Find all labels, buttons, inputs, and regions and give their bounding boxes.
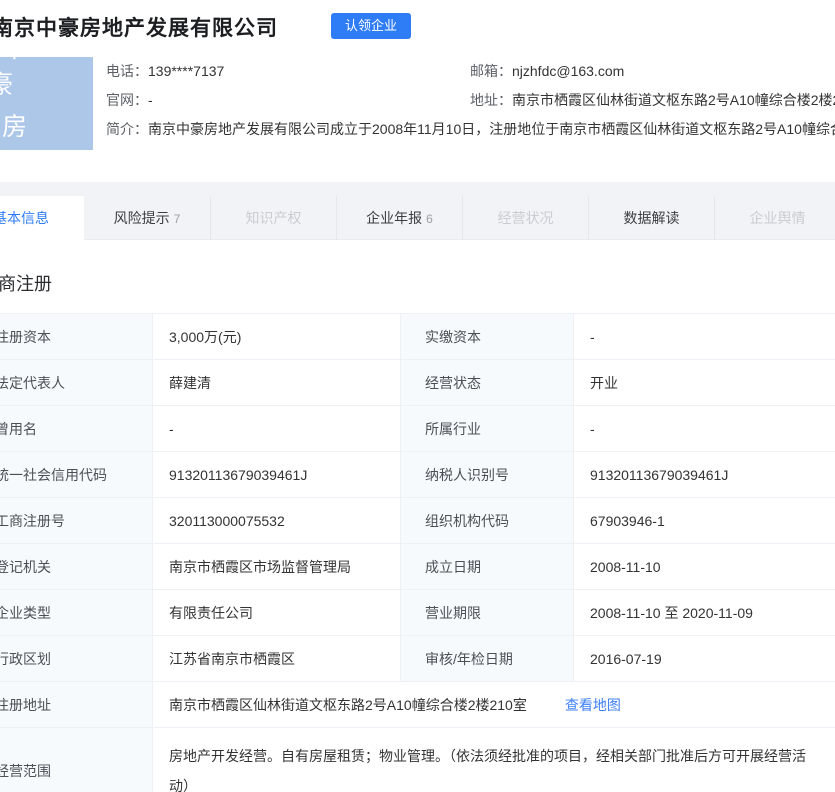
field-value: 91320113679039461J — [574, 452, 835, 498]
field-label: 注册资本 — [0, 314, 153, 360]
field-value: 江苏省南京市栖霞区 — [153, 636, 401, 682]
field-label: 统一社会信用代码 — [0, 452, 153, 498]
table-row-registered-address: 注册地址 南京市栖霞区仙林街道文枢东路2号A10幢综合楼2楼210室 查看地图 — [0, 682, 835, 728]
field-label: 营业期限 — [401, 590, 574, 636]
field-label: 实缴资本 — [401, 314, 574, 360]
tab-risk-alerts[interactable]: 风险提示7 — [84, 196, 210, 240]
table-row-business-scope: 经营范围 房地产开发经营。自有房屋租赁；物业管理。（依法须经批准的项目，经相关部… — [0, 728, 835, 792]
website-value: - — [148, 92, 153, 108]
field-value: 有限责任公司 — [153, 590, 401, 636]
table-row: 工商注册号 320113000075532 组织机构代码 67903946-1 — [0, 498, 835, 544]
basic-info-panel: 工商注册 注册资本 3,000万(元) 实缴资本 - 法定代表人 薛建清 经营状… — [0, 240, 835, 792]
tab-intellectual-property[interactable]: 知识产权 — [210, 196, 336, 240]
field-value: 91320113679039461J — [153, 452, 401, 498]
field-value: 3,000万(元) — [153, 314, 401, 360]
field-label: 曾用名 — [0, 406, 153, 452]
table-row: 注册资本 3,000万(元) 实缴资本 - — [0, 314, 835, 360]
registered-address-value: 南京市栖霞区仙林街道文枢东路2号A10幢综合楼2楼210室 — [169, 697, 527, 713]
field-value: 开业 — [574, 360, 835, 406]
field-value: 2016-07-19 — [574, 636, 835, 682]
intro-row: 简介：南京中豪房地产发展有限公司成立于2008年11月10日，注册地位于南京市栖… — [106, 115, 835, 144]
annual-report-count-badge: 6 — [426, 212, 433, 226]
field-value: 320113000075532 — [153, 498, 401, 544]
field-label: 纳税人识别号 — [401, 452, 574, 498]
registration-table: 注册资本 3,000万(元) 实缴资本 - 法定代表人 薛建清 经营状态 开业 … — [0, 313, 835, 792]
table-row: 登记机关 南京市栖霞区市场监督管理局 成立日期 2008-11-10 — [0, 544, 835, 590]
field-label: 所属行业 — [401, 406, 574, 452]
table-row: 曾用名 - 所属行业 - — [0, 406, 835, 452]
tabs: 基本信息 风险提示7 知识产权 企业年报6 经营状况 数据解读 企业舆情 — [0, 196, 835, 240]
field-label: 成立日期 — [401, 544, 574, 590]
email-row: 邮箱：njzhfdc@163.com — [470, 57, 835, 86]
registered-address-cell: 南京市栖霞区仙林街道文枢东路2号A10幢综合楼2楼210室 查看地图 — [153, 682, 835, 728]
field-label: 审核/年检日期 — [401, 636, 574, 682]
field-value: - — [574, 406, 835, 452]
contact-info-right: 邮箱：njzhfdc@163.com 地址：南京市栖霞区仙林街道文枢东路2号A1… — [470, 57, 835, 115]
field-label: 工商注册号 — [0, 498, 153, 544]
field-value: 67903946-1 — [574, 498, 835, 544]
company-header: 南京中豪房地产发展有限公司 认领企业 中 豪 房 产 电话：139****713… — [0, 0, 835, 182]
field-label: 经营状态 — [401, 360, 574, 406]
business-scope-value: 房地产开发经营。自有房屋租赁；物业管理。（依法须经批准的项目，经相关部门批准后方… — [169, 728, 813, 792]
address-value: 南京市栖霞区仙林街道文枢东路2号A10幢综合楼2楼210室 — [512, 92, 835, 108]
field-value: 南京市栖霞区市场监督管理局 — [153, 544, 401, 590]
table-row: 统一社会信用代码 91320113679039461J 纳税人识别号 91320… — [0, 452, 835, 498]
business-scope-cell: 房地产开发经营。自有房屋租赁；物业管理。（依法须经批准的项目，经相关部门批准后方… — [153, 728, 835, 792]
field-label: 组织机构代码 — [401, 498, 574, 544]
field-label: 注册地址 — [0, 682, 153, 728]
tab-data-insights[interactable]: 数据解读 — [588, 196, 714, 240]
table-row: 企业类型 有限责任公司 营业期限 2008-11-10 至 2020-11-09 — [0, 590, 835, 636]
tab-operating-status[interactable]: 经营状况 — [462, 196, 588, 240]
claim-company-button[interactable]: 认领企业 — [331, 13, 411, 39]
logo-text-line1: 中 豪 — [0, 29, 93, 101]
table-row: 法定代表人 薛建清 经营状态 开业 — [0, 360, 835, 406]
field-value: 2008-11-10 — [574, 544, 835, 590]
risk-count-badge: 7 — [174, 212, 181, 226]
field-label: 经营范围 — [0, 728, 153, 792]
tab-bar: 基本信息 风险提示7 知识产权 企业年报6 经营状况 数据解读 企业舆情 — [0, 182, 835, 240]
field-value: - — [153, 406, 401, 452]
logo-text-line2: 房 产 — [0, 107, 93, 179]
field-value: - — [574, 314, 835, 360]
company-logo: 中 豪 房 产 — [0, 57, 93, 150]
section-title-business-registration: 工商注册 — [0, 270, 52, 296]
field-value: 薛建清 — [153, 360, 401, 406]
page: 南京中豪房地产发展有限公司 认领企业 中 豪 房 产 电话：139****713… — [0, 0, 835, 792]
view-map-link[interactable]: 查看地图 — [565, 697, 621, 713]
website-label: 官网： — [106, 92, 148, 108]
tab-company-sentiment[interactable]: 企业舆情 — [714, 196, 835, 240]
tab-basic-info[interactable]: 基本信息 — [0, 196, 84, 240]
field-label: 行政区划 — [0, 636, 153, 682]
tab-annual-report[interactable]: 企业年报6 — [336, 196, 462, 240]
field-label: 企业类型 — [0, 590, 153, 636]
field-label: 登记机关 — [0, 544, 153, 590]
email-value: njzhfdc@163.com — [512, 63, 624, 79]
field-value: 2008-11-10 至 2020-11-09 — [574, 590, 835, 636]
address-label: 地址： — [470, 92, 512, 108]
phone-value: 139****7137 — [148, 63, 224, 79]
field-label: 法定代表人 — [0, 360, 153, 406]
phone-label: 电话： — [106, 63, 148, 79]
table-row: 行政区划 江苏省南京市栖霞区 审核/年检日期 2016-07-19 — [0, 636, 835, 682]
intro-value: 南京中豪房地产发展有限公司成立于2008年11月10日，注册地位于南京市栖霞区仙… — [148, 121, 835, 137]
intro-label: 简介： — [106, 121, 148, 137]
address-row: 地址：南京市栖霞区仙林街道文枢东路2号A10幢综合楼2楼210室 — [470, 86, 835, 115]
email-label: 邮箱： — [470, 63, 512, 79]
